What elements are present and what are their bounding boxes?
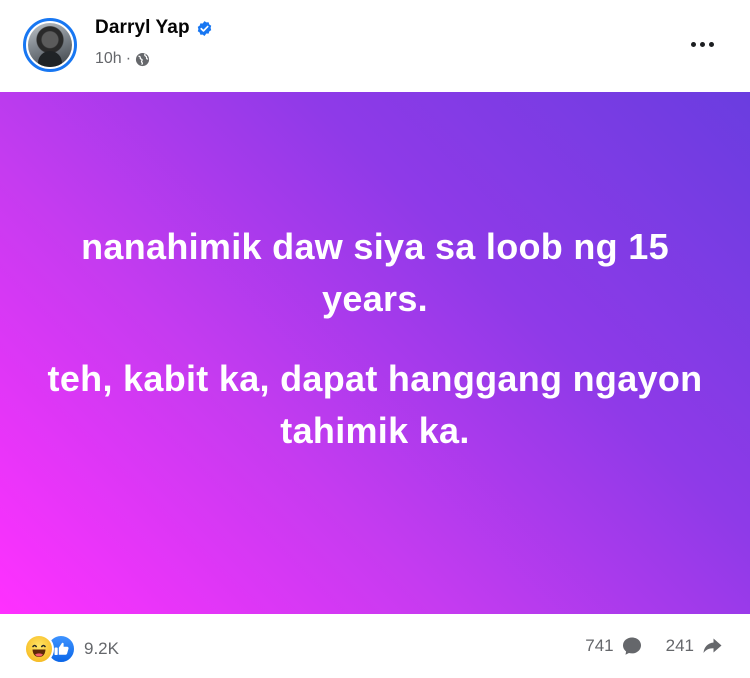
reaction-count: 9.2K bbox=[84, 639, 119, 658]
globe-icon[interactable] bbox=[135, 52, 150, 67]
avatar-photo bbox=[28, 23, 72, 67]
post-timestamp[interactable]: 10h bbox=[95, 50, 122, 68]
post-header: Darryl Yap 10h · bbox=[0, 0, 750, 92]
engagement-counts: 741 241 bbox=[585, 634, 724, 658]
status-background[interactable]: nanahimik daw siya sa loob ng 15 years. … bbox=[0, 92, 750, 614]
comment-count: 741 bbox=[585, 636, 614, 655]
comment-icon bbox=[620, 634, 644, 658]
meta-separator: · bbox=[125, 50, 132, 67]
verified-badge-icon bbox=[196, 20, 213, 37]
avatar-figure bbox=[38, 51, 62, 67]
reactions-summary[interactable]: 9.2K bbox=[24, 634, 119, 664]
haha-icon bbox=[24, 634, 54, 664]
more-options-icon bbox=[690, 41, 714, 47]
more-dot bbox=[708, 41, 714, 47]
status-text-paragraph-2: teh, kabit ka, dapat hanggang ngayon tah… bbox=[47, 358, 703, 451]
avatar[interactable] bbox=[23, 18, 77, 72]
post-meta: 10h · bbox=[95, 50, 150, 68]
shares-count-button[interactable]: 241 bbox=[666, 634, 724, 658]
share-count: 241 bbox=[665, 636, 694, 655]
comments-count-button[interactable]: 741 bbox=[585, 634, 643, 658]
status-text-paragraph-1: nanahimik daw siya sa loob ng 15 years. bbox=[81, 226, 669, 319]
more-dot bbox=[699, 41, 705, 47]
facebook-post: Darryl Yap 10h · nanahimik daw siya sa l… bbox=[0, 0, 750, 678]
post-footer: 9.2K 741 241 bbox=[0, 614, 750, 678]
author-row: Darryl Yap bbox=[95, 17, 213, 39]
share-icon bbox=[700, 634, 724, 658]
more-options-button[interactable] bbox=[684, 30, 720, 58]
more-dot bbox=[690, 41, 696, 47]
author-name[interactable]: Darryl Yap bbox=[95, 17, 190, 39]
